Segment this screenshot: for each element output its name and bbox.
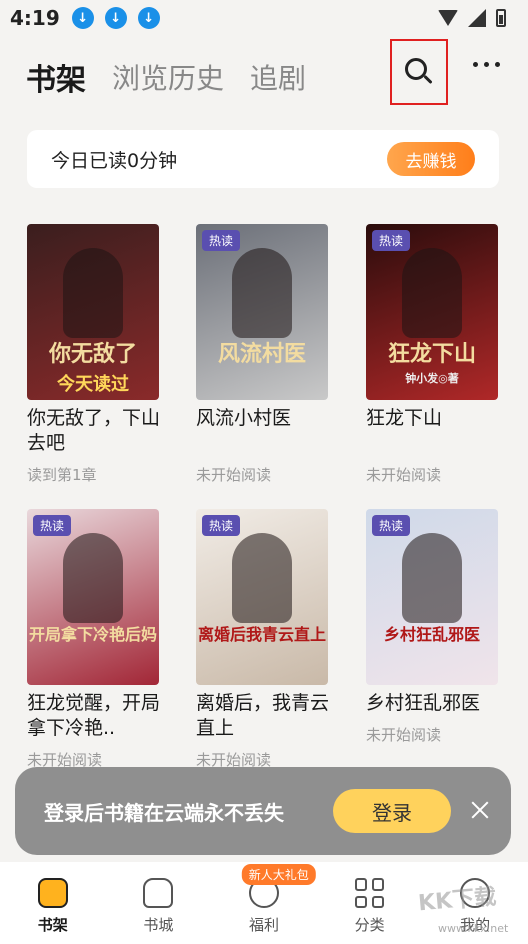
book-item[interactable]: 热读 离婚后我青云直上 离婚后，我青云直上 未开始阅读 [196, 509, 330, 770]
bookshelf-icon [37, 878, 68, 908]
hot-badge: 热读 [33, 515, 72, 536]
cover-figure [232, 248, 292, 338]
cover-figure [402, 248, 462, 338]
tab-browse-history[interactable]: 浏览历史 [112, 57, 224, 97]
hot-badge: 热读 [372, 230, 411, 251]
tab-drama[interactable]: 追剧 [250, 57, 306, 97]
close-icon[interactable] [469, 799, 491, 821]
book-cover[interactable]: 热读狂龙下山钟小发◎著 [366, 224, 498, 400]
reading-time-text: 今日已读0分钟 [51, 149, 178, 172]
cover-figure [63, 248, 123, 338]
hot-badge: 热读 [202, 230, 241, 251]
login-button[interactable]: 登录 [333, 789, 451, 833]
book-status: 未开始阅读 [196, 466, 272, 484]
watermark-logo: KK下载 [417, 884, 498, 917]
search-icon [405, 58, 433, 86]
bookstore-icon [143, 878, 174, 908]
cover-figure [402, 533, 462, 623]
search-button[interactable] [390, 39, 448, 105]
signal-icon [468, 9, 486, 27]
header: 书架 浏览历史 追剧 [26, 39, 508, 105]
book-item[interactable]: 热读 开局拿下冷艳后妈 狂龙觉醒，开局拿下冷艳.. 未开始阅读 [27, 509, 161, 770]
login-toast-text: 登录后书籍在云端永不丢失 [44, 800, 284, 825]
nav-item-bookstore[interactable]: 书城 [118, 878, 198, 935]
download-icon: ↓ [137, 7, 160, 29]
nav-label: 福利 [248, 916, 279, 934]
book-status: 未开始阅读 [366, 466, 442, 484]
book-title: 离婚后，我青云直上 [196, 692, 330, 739]
cover-title: 乡村狂乱邪医 [383, 625, 480, 644]
cover-subtitle: 钟小发◎著 [405, 372, 459, 385]
download-icon: ↓ [71, 7, 94, 29]
hot-badge: 热读 [202, 515, 241, 536]
book-cover[interactable]: 热读开局拿下冷艳后妈 [27, 509, 159, 685]
book-title: 风流小村医 [196, 407, 292, 429]
reading-time-banner: 今日已读0分钟 去赚钱 [27, 130, 499, 188]
wifi-icon [438, 10, 458, 26]
book-status: 未开始阅读 [366, 726, 442, 744]
status-indicators [438, 9, 506, 27]
watermark-url: www.kkx.net [438, 922, 509, 935]
book-title: 你无敌了，下山去吧 [27, 407, 161, 454]
download-icon: ↓ [104, 7, 127, 29]
more-icon[interactable] [473, 62, 500, 67]
book-title: 狂龙下山 [366, 407, 443, 429]
nav-label: 书架 [37, 916, 68, 934]
nav-item-category[interactable]: 分类 [330, 878, 410, 935]
book-cover[interactable]: 热读乡村狂乱邪医 [366, 509, 498, 685]
nav-item-bookshelf[interactable]: 书架 [13, 878, 93, 935]
earn-money-button[interactable]: 去赚钱 [387, 142, 475, 176]
book-item[interactable]: 热读 乡村狂乱邪医 乡村狂乱邪医 未开始阅读 [366, 509, 500, 745]
nav-label: 书城 [143, 916, 174, 934]
gift-badge: 新人大礼包 [241, 864, 316, 885]
book-item[interactable]: 热读 狂龙下山 钟小发◎著 狂龙下山 未开始阅读 [366, 224, 500, 485]
nav-item-welfare[interactable]: 新人大礼包 福利 [224, 864, 316, 935]
login-toast: 登录后书籍在云端永不丢失 登录 [15, 767, 511, 855]
status-time: 4:19 [10, 6, 60, 30]
book-cover[interactable]: 热读风流村医 [196, 224, 328, 400]
battery-icon [496, 9, 506, 27]
cover-title: 离婚后我青云直上 [197, 625, 326, 644]
book-item[interactable]: 你无敌了今天读过你无敌了，下山去吧读到第1章 [27, 224, 161, 485]
book-item[interactable]: 热读风流村医风流小村医未开始阅读 [196, 224, 330, 485]
cover-title: 风流村医 [217, 341, 306, 367]
status-bar: 4:19 ↓ ↓ ↓ [0, 0, 528, 36]
tab-bookshelf[interactable]: 书架 [26, 55, 86, 99]
book-cover[interactable]: 你无敌了 今天读过 [27, 224, 159, 400]
book-cover[interactable]: 热读离婚后我青云直上 [196, 509, 328, 685]
book-title: 乡村狂乱邪医 [366, 692, 481, 714]
cover-title: 你无敌了 [48, 341, 137, 367]
cover-subtitle: 今天读过 [57, 374, 129, 395]
book-title: 狂龙觉醒，开局拿下冷艳.. [27, 692, 161, 739]
cover-title: 狂龙下山 [387, 341, 476, 367]
cover-figure [232, 533, 292, 623]
hot-badge: 热读 [372, 515, 411, 536]
category-icon [354, 878, 385, 908]
nav-label: 分类 [354, 916, 385, 934]
book-status: 读到第1章 [27, 466, 97, 484]
cover-title: 开局拿下冷艳后妈 [28, 625, 157, 644]
cover-figure [63, 533, 123, 623]
